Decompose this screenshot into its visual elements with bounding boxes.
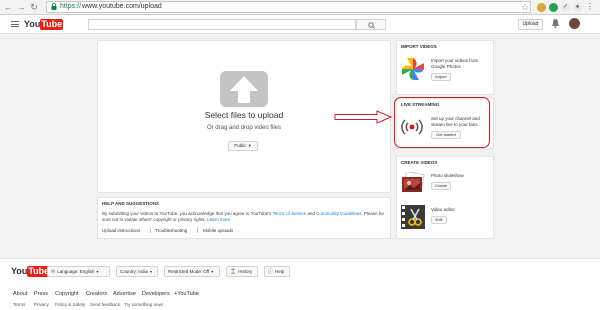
search-icon <box>368 22 375 29</box>
search-button[interactable] <box>356 19 386 30</box>
history-label: History <box>238 269 253 274</box>
get-started-button[interactable]: Get started <box>431 131 461 139</box>
url-scheme: https:// <box>60 3 82 10</box>
footer-link-youtube-plus[interactable]: +YouTube <box>174 291 199 297</box>
footer-link-copyright[interactable]: Copyright <box>55 291 79 297</box>
footer-link-creators[interactable]: Creators <box>86 291 107 297</box>
privacy-value: Public <box>234 143 247 148</box>
extension-icon[interactable] <box>549 3 558 12</box>
reload-icon[interactable]: ↻ <box>29 2 39 12</box>
logo-you: You <box>24 19 41 29</box>
search-input[interactable] <box>88 19 356 30</box>
troubleshooting-link[interactable]: Troubleshooting <box>155 228 187 233</box>
extension-icon[interactable] <box>537 3 546 12</box>
logo-country-code: IN <box>54 18 58 23</box>
photo-slideshow-icon <box>402 172 425 192</box>
help-icon: ⓘ <box>268 269 274 275</box>
bookmark-star-icon[interactable]: ☆ <box>521 2 529 12</box>
footer-link-terms[interactable]: Terms <box>13 302 25 307</box>
logo-you: You <box>11 266 28 276</box>
create-videos-title: CREATE VIDEOS <box>401 160 438 165</box>
edit-button[interactable]: Edit <box>431 216 447 224</box>
live-streaming-title: LIVE STREAMING <box>401 102 440 107</box>
annotation-arrow-icon <box>334 110 393 124</box>
import-videos-title: IMPORT VIDEOS <box>401 44 437 49</box>
help-label: Help <box>275 269 285 274</box>
restricted-mode-value: Restricted Mode: Off <box>168 269 210 274</box>
drag-drop-hint: Or drag and drop video files <box>206 125 282 131</box>
country-value: Country: India <box>120 269 149 274</box>
upload-button[interactable]: Upload <box>518 19 543 30</box>
create-button[interactable]: Create <box>431 182 451 190</box>
divider <box>197 227 198 233</box>
footer-link-about[interactable]: About <box>13 291 27 297</box>
language-value: Language: English <box>57 269 95 274</box>
live-broadcast-icon <box>401 119 423 135</box>
import-button[interactable]: Import <box>431 73 451 81</box>
footer-link-send-feedback[interactable]: Send feedback <box>90 302 120 307</box>
footer-link-advertise[interactable]: Advertise <box>113 291 136 297</box>
mobile-uploads-link[interactable]: Mobile uploads <box>203 228 233 233</box>
import-videos-text: Import your videos from Google Photos <box>431 58 479 69</box>
checkmark-icon[interactable]: ✓ <box>561 3 570 12</box>
footer-link-policy-safety[interactable]: Policy & Safety <box>55 302 85 307</box>
help-title: HELP AND SUGGESTIONS <box>102 201 160 206</box>
upload-instructions-link[interactable]: Upload instructions <box>102 228 140 233</box>
country-dropdown[interactable]: Country: India ▼ <box>116 266 158 277</box>
lock-icon <box>51 3 57 10</box>
avatar[interactable] <box>569 18 580 29</box>
upload-arrow-icon[interactable] <box>220 71 268 107</box>
help-text-part: By submitting your videos to YouTube, yo… <box>102 211 273 216</box>
footer-link-developers[interactable]: Developers <box>142 291 170 297</box>
url-text: www.youtube.com/upload <box>82 3 162 10</box>
language-icon: ✉ <box>51 269 56 275</box>
chevron-down-icon: ▼ <box>247 143 252 148</box>
extension-icon[interactable]: ● <box>573 3 582 12</box>
privacy-dropdown[interactable]: Public ▼ <box>228 141 258 151</box>
footer-link-press[interactable]: Press <box>34 291 48 297</box>
chevron-down-icon: ▼ <box>95 270 100 274</box>
help-text-part: and <box>306 211 317 216</box>
footer-youtube-logo[interactable]: YouTube <box>11 266 51 277</box>
live-streaming-text: Set up your channel and stream live to y… <box>431 116 480 127</box>
language-dropdown[interactable]: ✉ Language: English ▼ <box>47 266 110 277</box>
video-editor-label: Video editor <box>431 207 455 212</box>
menu-icon[interactable]: ⋮ <box>586 2 594 12</box>
footer-link-try-something-new[interactable]: Try something new! <box>124 302 163 307</box>
help-button[interactable]: ⓘ Help <box>264 266 290 277</box>
help-text: By submitting your videos to YouTube, yo… <box>102 211 387 222</box>
forward-arrow-icon[interactable]: → <box>16 2 26 12</box>
hourglass-icon: ⌛ <box>230 269 237 275</box>
logo-tube: Tube <box>40 19 64 30</box>
hamburger-menu-icon[interactable] <box>11 21 19 27</box>
chevron-down-icon: ▼ <box>210 270 214 274</box>
learn-more-link[interactable]: Learn more <box>207 217 230 222</box>
guidelines-link[interactable]: Community Guidelines <box>316 211 361 216</box>
history-button[interactable]: ⌛ History <box>226 266 258 277</box>
photo-slideshow-label: Photo slideshow <box>431 173 464 178</box>
bell-icon[interactable] <box>551 18 560 29</box>
restricted-mode-dropdown[interactable]: Restricted Mode: Off ▼ <box>164 266 220 277</box>
chevron-down-icon: ▼ <box>149 270 153 274</box>
footer-link-privacy[interactable]: Privacy <box>34 302 49 307</box>
divider <box>150 227 151 233</box>
google-photos-icon <box>402 58 424 80</box>
back-arrow-icon[interactable]: ← <box>3 2 13 12</box>
video-editor-icon <box>401 205 425 229</box>
tos-link[interactable]: Terms of Service <box>273 211 307 216</box>
